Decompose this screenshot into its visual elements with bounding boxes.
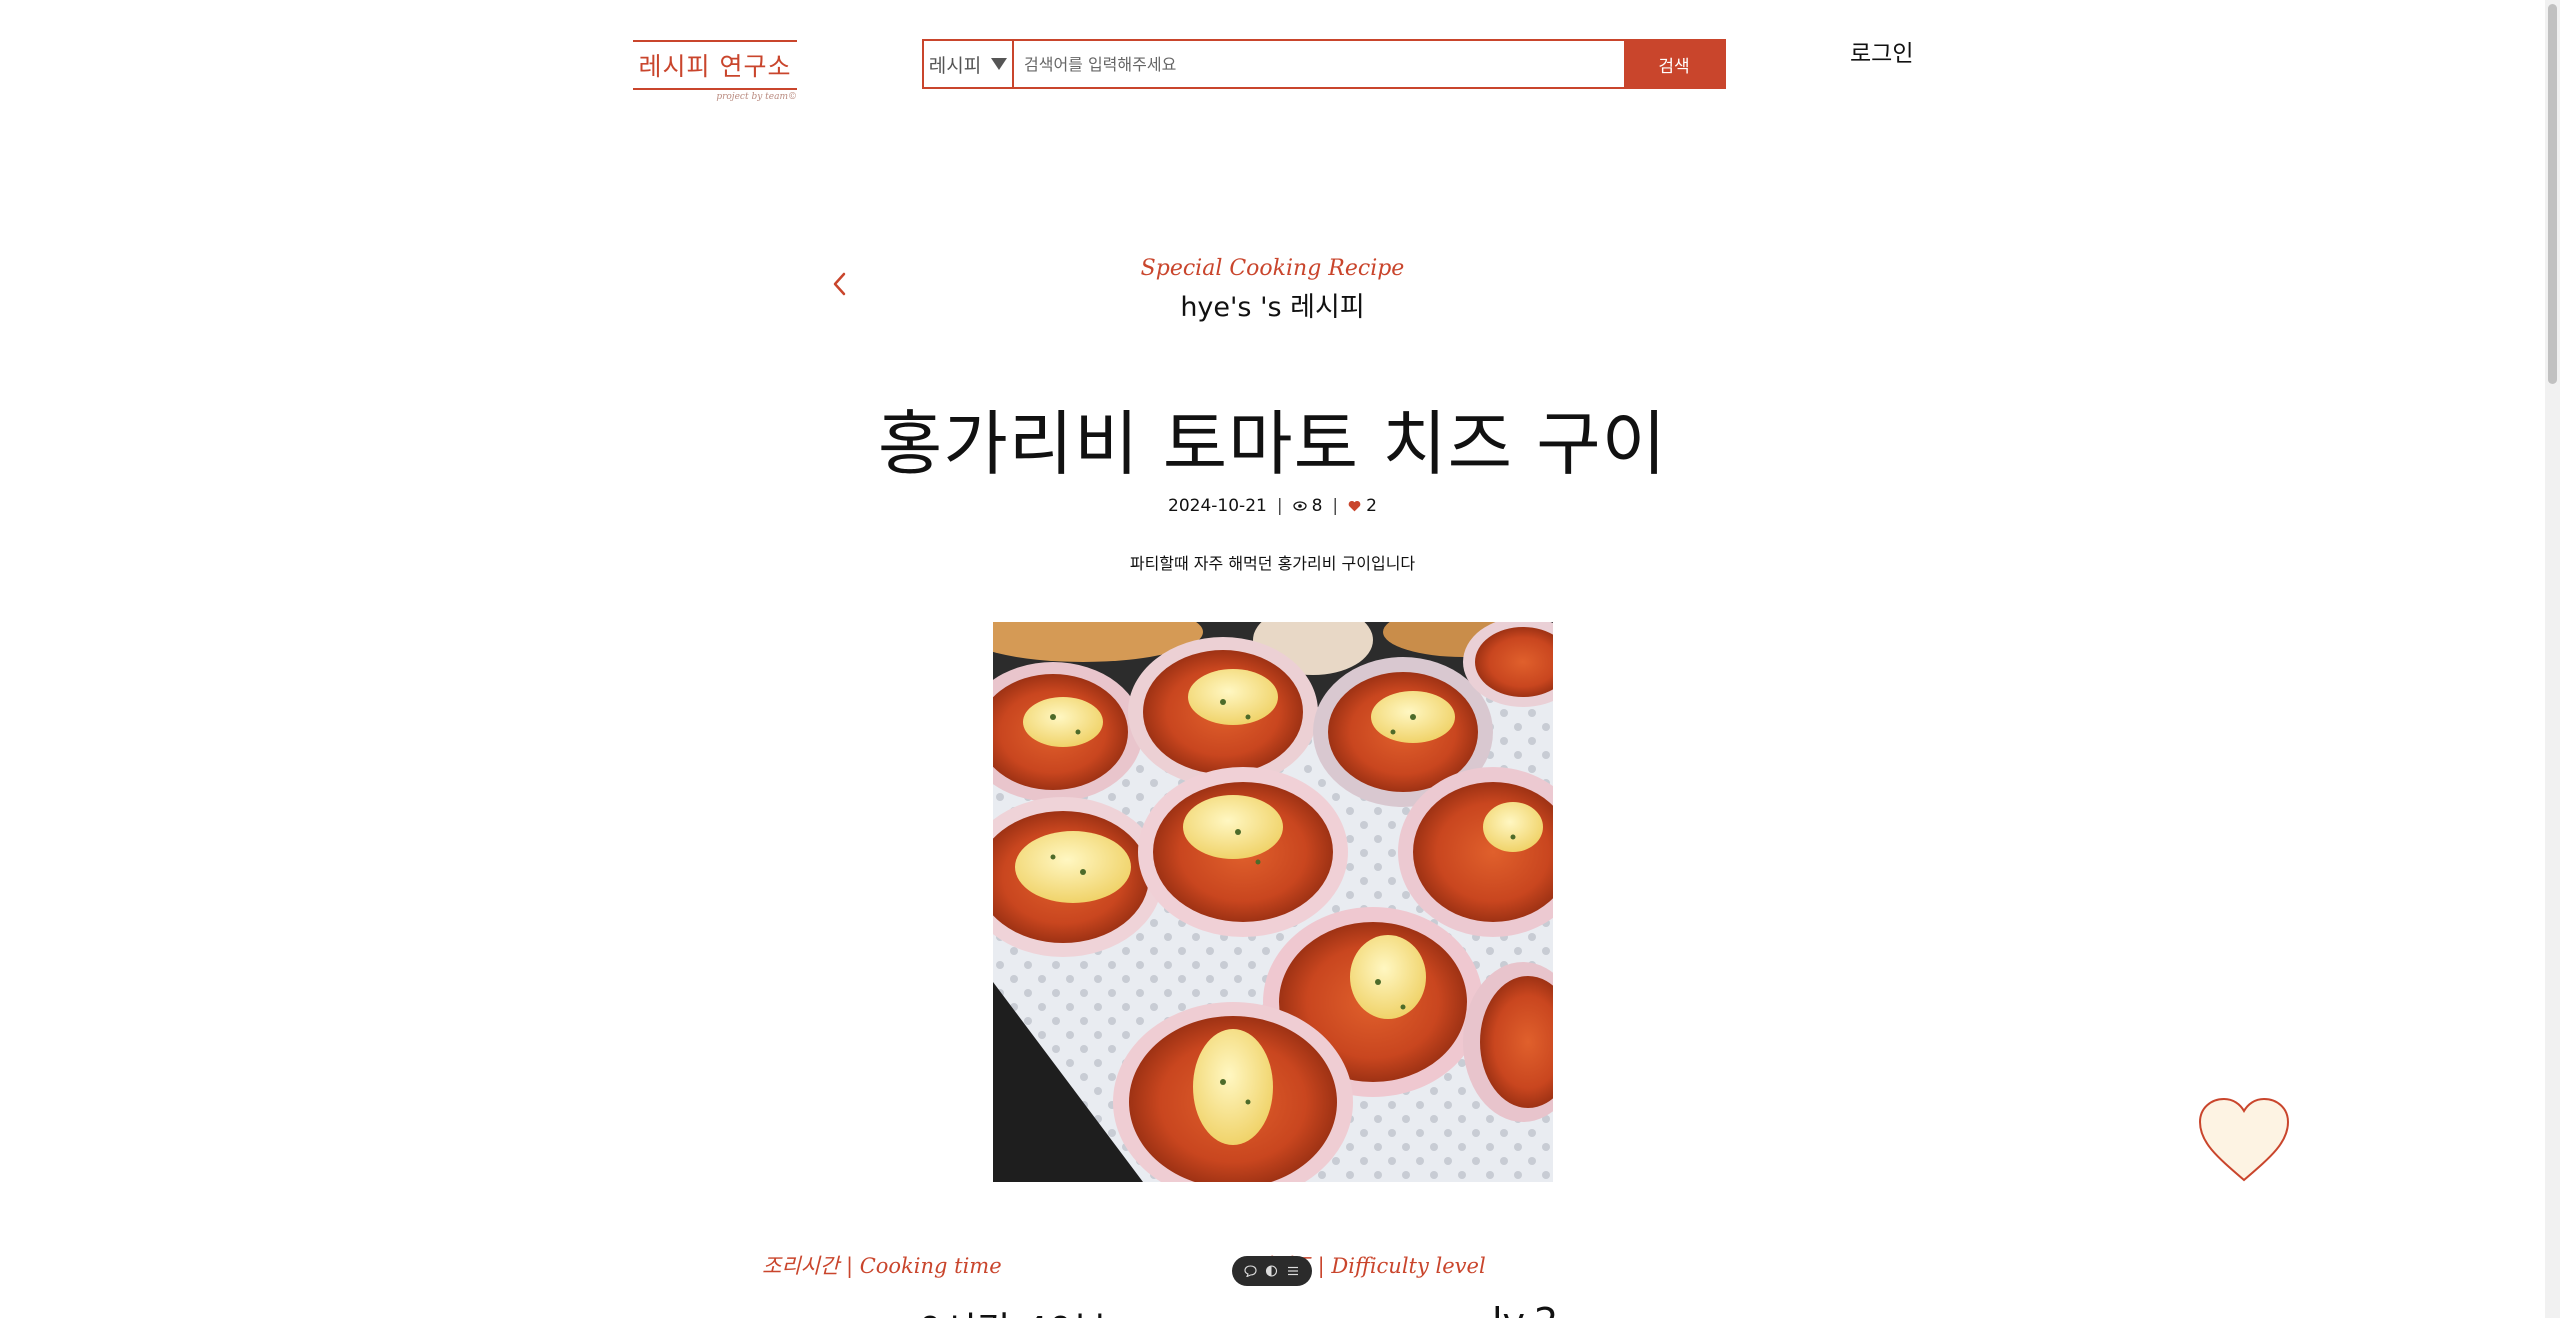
site-logo[interactable]: 레시피 연구소 project by team© xyxy=(633,40,797,106)
recipe-tagline: Special Cooking Recipe xyxy=(1140,256,1405,281)
logo-text: 레시피 연구소 xyxy=(633,40,797,90)
cooking-time-label: 조리시간 | Cooking time xyxy=(762,1254,1002,1278)
recipe-date: 2024-10-21 xyxy=(1168,496,1267,516)
search-bar: 레시피 검색 xyxy=(922,39,1726,89)
like-button[interactable] xyxy=(2196,1096,2292,1186)
search-button[interactable]: 검색 xyxy=(1624,41,1724,87)
search-category-select[interactable]: 레시피 xyxy=(924,41,1014,87)
page-scrollbar[interactable] xyxy=(2545,0,2560,1318)
login-link[interactable]: 로그인 xyxy=(1850,34,1913,68)
recipe-photo xyxy=(993,622,1553,1182)
logo-subtitle: project by team© xyxy=(716,92,797,102)
triangle-down-icon xyxy=(991,58,1008,70)
recipe-meta: 2024-10-21 | 8 | 2 xyxy=(0,496,2545,516)
eye-icon xyxy=(1292,501,1307,511)
recipe-title: 홍가리비 토마토 치즈 구이 xyxy=(877,403,1668,485)
scrollbar-thumb[interactable] xyxy=(2548,4,2557,384)
menu-icon[interactable] xyxy=(1286,1264,1300,1278)
likes-count: 2 xyxy=(1348,496,1377,516)
recipe-description: 파티할때 자주 해먹던 홍가리비 구이입니다 xyxy=(1129,554,1416,573)
likes-value: 2 xyxy=(1366,496,1377,516)
heart-outline-icon xyxy=(2198,1097,2290,1182)
comment-icon[interactable] xyxy=(1244,1264,1258,1278)
heart-icon xyxy=(1348,500,1361,512)
cooking-time-value: 0시간 40분 xyxy=(918,1300,1108,1318)
views-value: 8 xyxy=(1311,496,1323,516)
search-category-label: 레시피 xyxy=(928,54,982,77)
views-count: 8 xyxy=(1292,496,1323,516)
search-input[interactable] xyxy=(1014,41,1624,87)
recipe-author: hye's 's 레시피 xyxy=(1180,292,1365,323)
scallop-photo-illustration xyxy=(993,622,1553,1182)
theme-toggle-icon[interactable] xyxy=(1265,1264,1279,1278)
difficulty-value: lv.2 xyxy=(1492,1300,1558,1318)
floating-toolbar[interactable] xyxy=(1232,1256,1312,1286)
meta-divider: | xyxy=(1276,496,1283,516)
meta-divider: | xyxy=(1332,496,1339,516)
